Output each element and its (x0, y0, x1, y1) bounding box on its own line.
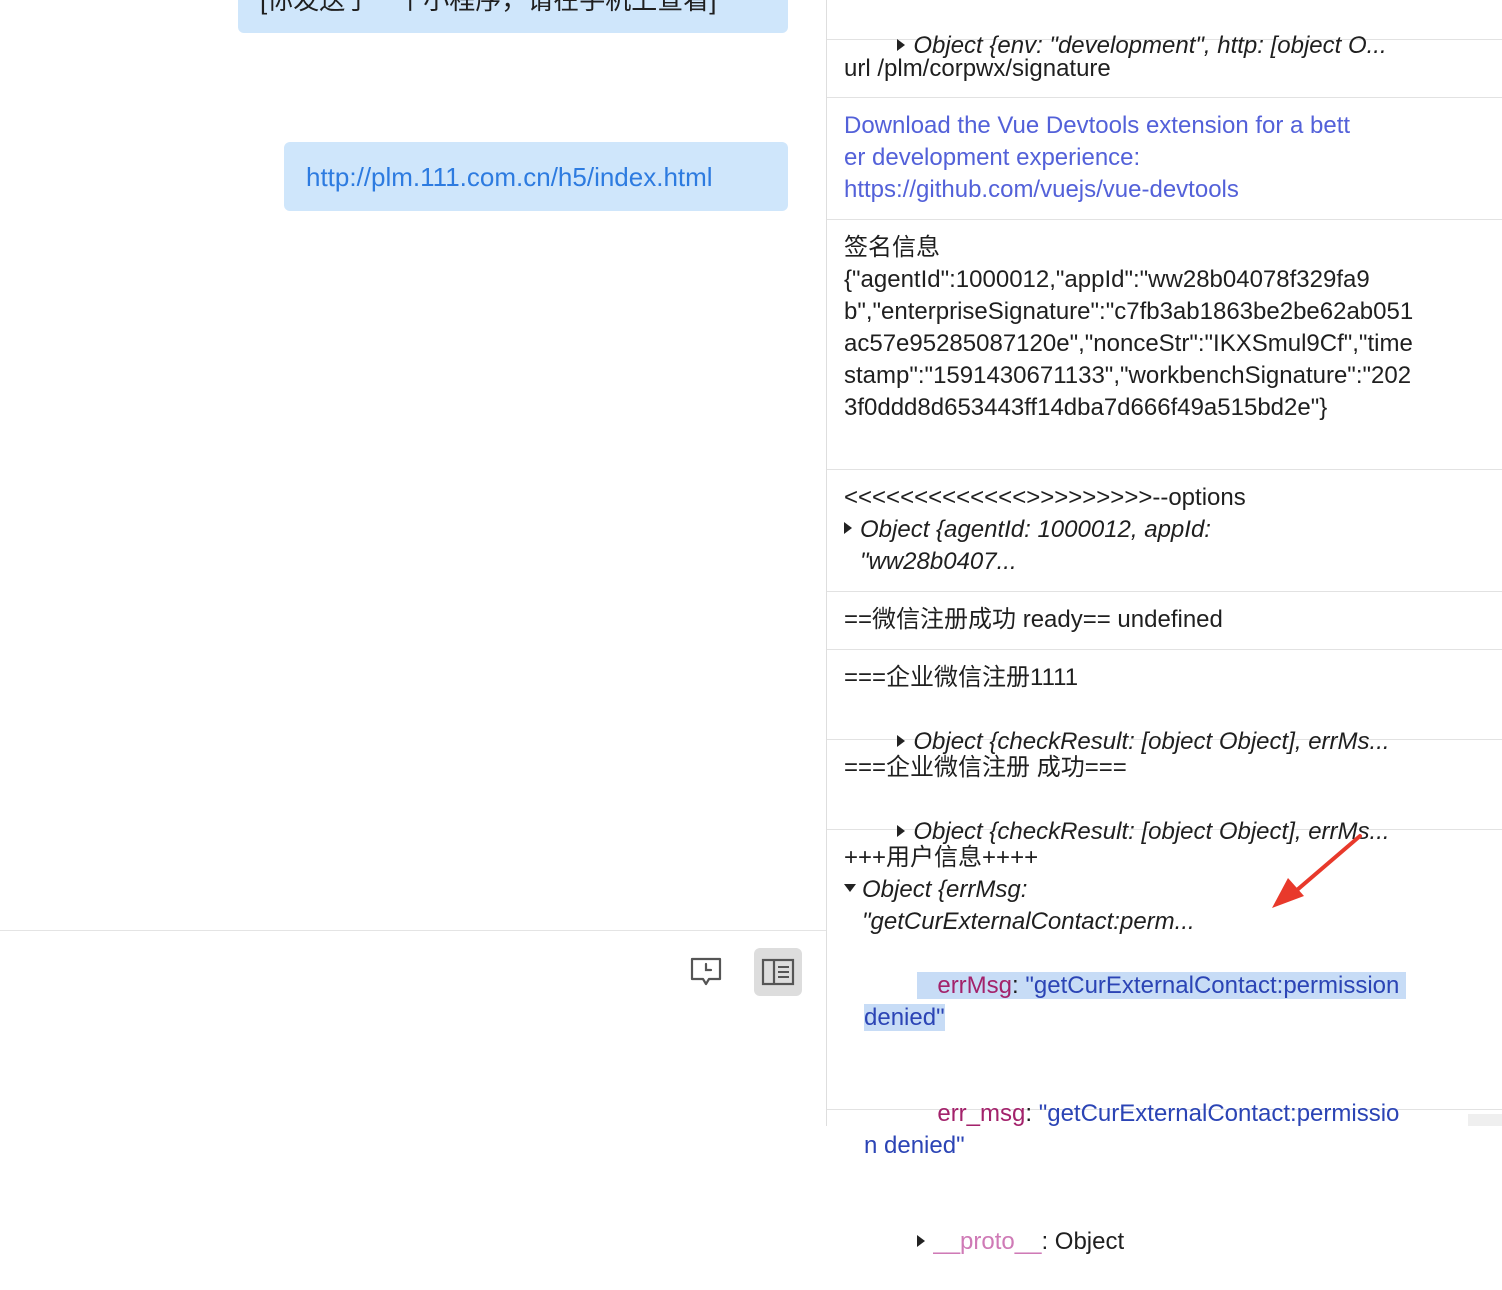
red-arrow-annotation (1272, 834, 1362, 908)
proto-key: __proto__ (933, 1228, 1042, 1255)
expand-triangle-icon[interactable] (917, 1234, 926, 1247)
proto-value: : Object (1041, 1228, 1125, 1255)
object-prototype[interactable]: __proto__: Object (844, 1194, 1412, 1290)
